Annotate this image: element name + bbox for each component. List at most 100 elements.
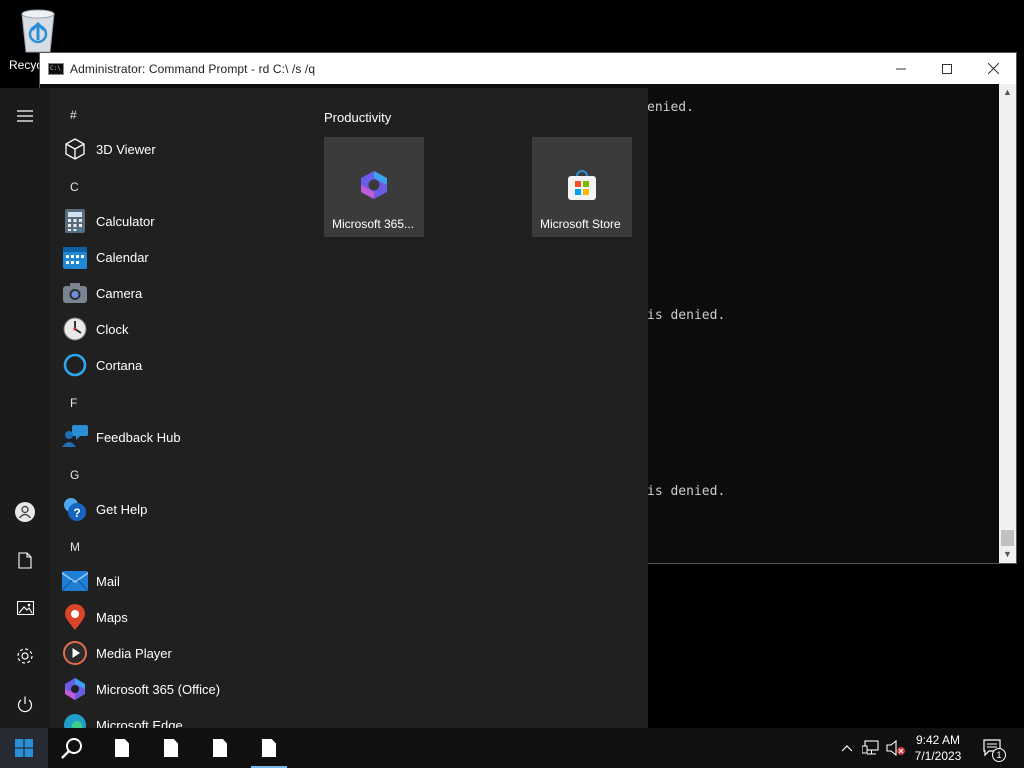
scroll-thumb[interactable] — [1001, 530, 1014, 546]
cmd-scrollbar[interactable]: ▲ ▼ — [999, 84, 1016, 563]
help-icon: ? — [62, 496, 88, 522]
file-icon — [213, 739, 227, 757]
maximize-icon — [942, 63, 952, 74]
app-microsoft-365[interactable]: Microsoft 365 (Office) — [62, 671, 298, 707]
start-menu: # 3D Viewer C Calculator Calendar Camera… — [0, 88, 648, 728]
chevron-up-icon — [841, 745, 853, 752]
cmd-icon — [48, 62, 64, 75]
tile-microsoft-store[interactable]: Microsoft Store — [532, 137, 632, 237]
user-account-button[interactable] — [0, 490, 50, 534]
tile-microsoft-365[interactable]: Microsoft 365... — [324, 137, 424, 237]
taskbar-clock[interactable]: 9:42 AM 7/1/2023 — [908, 732, 968, 764]
app-calendar[interactable]: Calendar — [62, 239, 298, 275]
app-label: Media Player — [96, 645, 172, 661]
app-label: Microsoft Edge — [96, 717, 183, 729]
app-3d-viewer[interactable]: 3D Viewer — [62, 131, 298, 167]
media-player-icon — [62, 640, 88, 666]
network-icon — [862, 740, 879, 755]
calculator-icon — [62, 208, 88, 234]
close-button[interactable] — [970, 53, 1016, 84]
app-calculator[interactable]: Calculator — [62, 203, 298, 239]
expand-menu-button[interactable] — [0, 94, 50, 138]
power-button[interactable] — [0, 682, 50, 726]
mail-icon — [62, 568, 88, 594]
taskbar-app-2[interactable] — [147, 728, 195, 768]
close-icon — [987, 63, 999, 74]
letter-header[interactable]: G — [70, 468, 79, 482]
taskbar: 9:42 AM 7/1/2023 1 — [0, 728, 1024, 768]
app-label: Microsoft 365 (Office) — [96, 681, 221, 697]
clock-date: 7/1/2023 — [914, 749, 962, 763]
start-button[interactable] — [0, 728, 48, 768]
cube-icon — [62, 136, 88, 162]
document-icon — [18, 551, 32, 569]
file-icon — [262, 739, 276, 757]
app-label: Clock — [96, 321, 129, 337]
letter-header[interactable]: M — [70, 540, 80, 554]
app-media-player[interactable]: Media Player — [62, 635, 298, 671]
clock-icon — [62, 316, 88, 342]
recycle-bin-icon — [16, 6, 60, 54]
scroll-down-arrow-icon[interactable]: ▼ — [999, 546, 1016, 563]
desktop: Recycle Bin Administrator: Command Promp… — [0, 0, 1024, 728]
maximize-button[interactable] — [924, 53, 970, 84]
volume-muted-icon — [886, 740, 905, 756]
taskbar-app-3[interactable] — [196, 728, 244, 768]
app-camera[interactable]: Camera — [62, 275, 298, 311]
app-mail[interactable]: Mail — [62, 563, 298, 599]
app-label: Mail — [96, 573, 120, 589]
app-label: Feedback Hub — [96, 429, 181, 445]
m365-icon — [358, 169, 390, 201]
hamburger-icon — [17, 110, 33, 122]
app-clock[interactable]: Clock — [62, 311, 298, 347]
camera-icon — [62, 280, 88, 306]
letter-header[interactable]: F — [70, 396, 77, 410]
pictures-button[interactable] — [0, 586, 50, 630]
app-label: Cortana — [96, 357, 143, 373]
search-button[interactable] — [48, 728, 96, 768]
show-hidden-icons-button[interactable] — [838, 728, 856, 768]
svg-text:?: ? — [73, 506, 80, 520]
app-label: Maps — [96, 609, 128, 625]
cmd-titlebar[interactable]: Administrator: Command Prompt - rd C:\ /… — [40, 53, 1016, 84]
scroll-up-arrow-icon[interactable]: ▲ — [999, 84, 1016, 101]
app-microsoft-edge[interactable]: Microsoft Edge — [62, 707, 298, 728]
tile-label: Microsoft Store — [540, 217, 621, 231]
cortana-icon — [62, 352, 88, 378]
documents-button[interactable] — [0, 538, 50, 582]
map-pin-icon — [62, 604, 88, 630]
minimize-button[interactable] — [878, 53, 924, 84]
taskbar-app-1[interactable] — [98, 728, 146, 768]
taskbar-app-4-active[interactable] — [245, 728, 293, 768]
app-label: Camera — [96, 285, 143, 301]
minimize-icon — [896, 68, 906, 69]
tile-label: Microsoft 365... — [332, 217, 415, 231]
file-icon — [115, 739, 129, 757]
action-center-button[interactable]: 1 — [978, 728, 1008, 768]
app-label: Calendar — [96, 249, 149, 265]
console-line: enied. — [647, 100, 694, 115]
m365-icon — [62, 676, 88, 702]
settings-button[interactable] — [0, 634, 50, 678]
power-icon — [17, 696, 33, 712]
network-button[interactable] — [860, 728, 882, 768]
app-feedback-hub[interactable]: Feedback Hub — [62, 419, 298, 455]
app-cortana[interactable]: Cortana — [62, 347, 298, 383]
feedback-icon — [62, 424, 88, 450]
app-list[interactable]: # 3D Viewer C Calculator Calendar Camera… — [50, 88, 300, 728]
start-rail — [0, 88, 50, 728]
console-line: is denied. — [647, 484, 726, 499]
tiles-group-header[interactable]: Productivity — [324, 110, 391, 125]
volume-button[interactable] — [884, 728, 908, 768]
app-label: Get Help — [96, 501, 148, 517]
search-icon — [61, 738, 82, 759]
notification-count-badge: 1 — [992, 748, 1006, 762]
pictures-icon — [16, 601, 34, 615]
letter-header[interactable]: # — [70, 108, 77, 122]
app-maps[interactable]: Maps — [62, 599, 298, 635]
calendar-icon — [62, 244, 88, 270]
app-get-help[interactable]: ? Get Help — [62, 491, 298, 527]
file-icon — [164, 739, 178, 757]
letter-header[interactable]: C — [70, 180, 79, 194]
edge-icon — [62, 712, 88, 728]
